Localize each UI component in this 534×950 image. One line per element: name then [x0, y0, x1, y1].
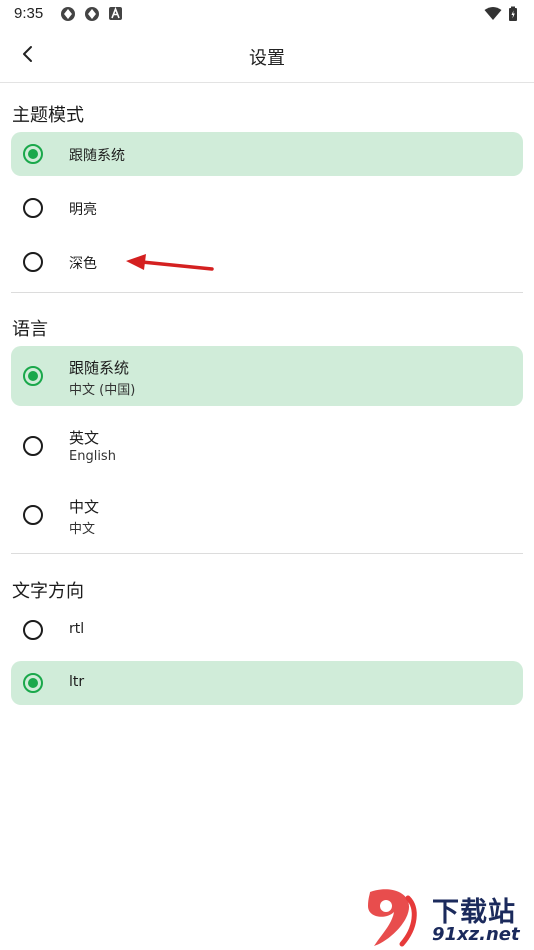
option-language-chinese[interactable]: 中文 中文 [11, 485, 523, 545]
option-sublabel: 中文 (中国) [69, 383, 136, 398]
option-language-follow-system[interactable]: 跟随系统 中文 (中国) [11, 346, 523, 406]
option-label: 深色 [69, 256, 97, 272]
option-direction-ltr[interactable]: ltr [11, 661, 523, 705]
option-sublabel: English [69, 449, 116, 464]
option-label: 英文 [69, 429, 100, 447]
page-title: 设置 [249, 48, 285, 69]
section-title-direction: 文字方向 [12, 581, 84, 602]
option-label: ltr [69, 674, 85, 690]
divider [11, 553, 523, 554]
radio-button[interactable] [23, 436, 43, 456]
radio-button[interactable] [23, 505, 43, 525]
option-theme-follow-system[interactable]: 跟随系统 [11, 132, 523, 176]
divider [11, 292, 523, 293]
watermark-url: 91xz.net [432, 924, 520, 945]
app-notification-icon [61, 7, 75, 21]
wifi-icon [484, 7, 502, 20]
radio-button[interactable] [23, 620, 43, 640]
annotation-arrow-icon [126, 254, 214, 271]
option-sublabel: 中文 [69, 522, 96, 537]
radio-button[interactable] [23, 144, 43, 164]
option-theme-dark[interactable]: 深色 [11, 240, 523, 284]
option-label: 中文 [69, 498, 100, 516]
option-language-english[interactable]: 英文 English [11, 416, 523, 476]
option-direction-rtl[interactable]: rtl [11, 608, 523, 652]
option-label: 跟随系统 [69, 148, 125, 164]
radio-button[interactable] [23, 198, 43, 218]
radio-button[interactable] [23, 673, 43, 693]
status-bar: 9:35 [0, 0, 534, 28]
option-label: rtl [69, 621, 85, 637]
watermark: 下载站 91xz.net [362, 888, 530, 948]
section-title-theme: 主题模式 [12, 105, 84, 126]
battery-icon [509, 6, 517, 21]
app-bar: 设置 [0, 28, 534, 83]
watermark-logo-icon [368, 889, 417, 947]
status-time: 9:35 [14, 5, 44, 22]
font-notification-icon [109, 7, 122, 20]
option-theme-light[interactable]: 明亮 [11, 186, 523, 230]
radio-button[interactable] [23, 252, 43, 272]
radio-button[interactable] [23, 366, 43, 386]
option-label: 明亮 [69, 202, 97, 218]
option-label: 跟随系统 [69, 359, 130, 377]
section-title-language: 语言 [12, 319, 48, 340]
app-notification-icon [85, 7, 99, 21]
